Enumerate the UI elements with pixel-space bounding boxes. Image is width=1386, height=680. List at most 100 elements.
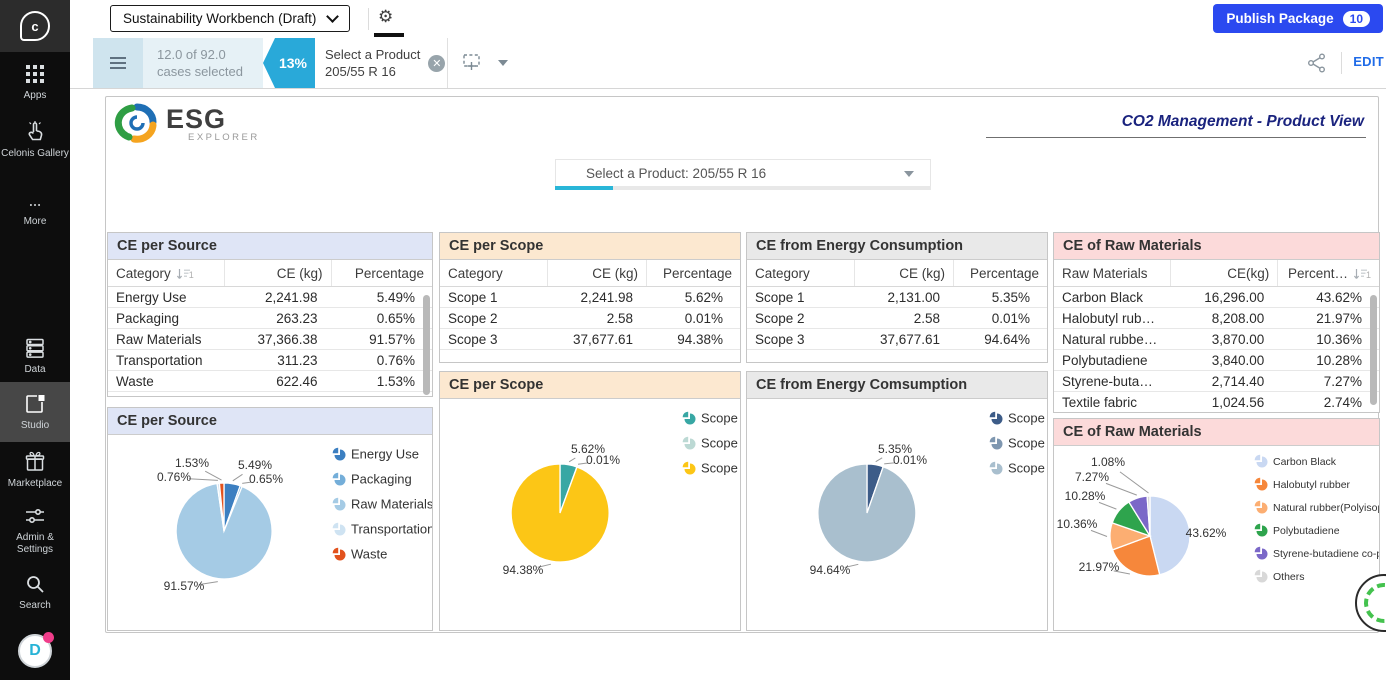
search-icon [23,572,47,596]
table-row[interactable]: Scope 337,677.6194.38% [440,329,740,350]
pie-chart[interactable]: 5.49%0.65%91.57%0.76%1.53%Energy UsePack… [108,435,432,630]
table-cell: 1.53% [332,371,432,391]
publish-package-button[interactable]: Publish Package 10 [1213,4,1383,33]
table-row[interactable]: Halobutyl rub…8,208.0021.97% [1054,308,1379,329]
table-cell: 2.58 [548,308,647,328]
column-header[interactable]: CE (kg) [855,260,954,286]
pie-label: 0.01% [893,453,927,467]
active-tab-indicator [374,33,404,37]
pie-chart[interactable]: 5.35%0.01%94.64%Scope 1Scope 2Scope 3 [747,399,1047,630]
column-header[interactable]: Percent…1 [1278,260,1379,286]
table-row[interactable]: Styrene-buta…2,714.407.27% [1054,371,1379,392]
column-header[interactable]: CE (kg) [225,260,332,286]
pie-label: 7.27% [1075,470,1109,484]
legend-label: Scope 2 [701,435,740,450]
apps-grid-icon [23,62,47,86]
pie-label: 0.01% [586,453,620,467]
table-row[interactable]: Carbon Black16,296.0043.62% [1054,287,1379,308]
title-underline [986,137,1366,138]
column-header[interactable]: Raw Materials [1054,260,1171,286]
product-selector-dropdown[interactable]: Select a Product: 205/55 R 16 [555,159,931,186]
table-cell: 0.01% [647,308,740,328]
table-row[interactable]: Packaging263.230.65% [108,308,432,329]
column-header[interactable]: CE(kg) [1171,260,1278,286]
table-cell: Scope 3 [747,329,855,349]
column-header[interactable]: Category [747,260,855,286]
table-row[interactable]: Waste622.461.53% [108,371,432,392]
sidebar-item-label: Apps [24,90,47,101]
sidebar-item-celonis-gallery[interactable]: Celonis Gallery [0,120,70,160]
table-row[interactable]: Scope 12,131.005.35% [747,287,1047,308]
table-cell: 3,870.00 [1171,329,1278,349]
workbench-selector[interactable]: Sustainability Workbench (Draft) [110,5,350,32]
table-row[interactable]: Transportation311.230.76% [108,350,432,371]
table-cell: 10.28% [1278,350,1379,370]
table-header: CategoryCE (kg)Percentage [747,260,1047,287]
column-header[interactable]: Percentage [647,260,740,286]
column-header[interactable]: Category1 [108,260,225,286]
table-row[interactable]: Scope 12,241.985.62% [440,287,740,308]
table-cell: 37,677.61 [548,329,647,349]
table-cell: 7.27% [1278,371,1379,391]
user-avatar[interactable]: D [18,634,52,668]
table-row[interactable]: Polybutadiene3,840.0010.28% [1054,350,1379,371]
pie-label: 10.28% [1065,489,1106,503]
edit-button[interactable]: EDIT [1353,54,1384,69]
sidebar-item-admin-settings[interactable]: Admin & Settings [0,504,70,556]
cases-selected-indicator: 12.0 of 92.0 cases selected [143,38,263,88]
gear-icon[interactable]: ⚙ [378,7,393,27]
table-card-ce-energy: CE from Energy Consumption CategoryCE (k… [746,232,1048,363]
pie-slice [511,464,609,562]
table-cell: 2,131.00 [855,287,954,307]
legend-label: Carbon Black [1273,456,1337,468]
table-cell: Halobutyl rub… [1054,308,1171,328]
table-row[interactable]: Energy Use2,241.985.49% [108,287,432,308]
celonis-logo[interactable]: c [0,0,70,52]
studio-icon [23,392,47,416]
table-cell: Scope 2 [747,308,855,328]
celonis-logo-icon: c [20,11,50,41]
table-row[interactable]: Scope 22.580.01% [440,308,740,329]
legend-label: Scope 3 [1008,460,1047,475]
table-cell: Scope 1 [440,287,548,307]
table-cell: Polybutadiene [1054,350,1171,370]
sidebar-item-label: Admin & Settings [16,532,54,555]
table-row[interactable]: Textile fabric1,024.562.74% [1054,392,1379,413]
sidebar-item-apps[interactable]: Apps [0,62,70,102]
column-header[interactable]: Percentage [332,260,432,286]
sidebar-item-studio[interactable]: Studio [0,382,70,442]
pie-chart[interactable]: 43.62%21.97%10.36%10.28%7.27%1.08%Carbon… [1054,446,1379,630]
active-filter-chip[interactable]: Select a Product 205/55 R 16 ✕ [317,38,447,88]
table-scrollbar[interactable] [423,295,430,395]
table-row[interactable]: Raw Materials37,366.3891.57% [108,329,432,350]
pie-chart[interactable]: 5.62%0.01%94.38%Scope 1Scope 2Scope 3 [440,399,740,630]
data-icon [23,336,47,360]
sidebar-item-more[interactable]: More [0,198,70,228]
table-row[interactable]: Natural rubbe…3,870.0010.36% [1054,329,1379,350]
card-title: CE per Scope [440,372,740,399]
share-icon[interactable] [1306,52,1328,74]
sidebar-item-label: Celonis Gallery [1,148,69,159]
selection-tool-icon[interactable] [462,53,484,73]
column-header[interactable]: Percentage [954,260,1047,286]
table-scrollbar[interactable] [1370,295,1377,405]
legend-label: Natural rubber(Polyisoprene) [1273,502,1379,514]
table-card-ce-per-source: CE per Source Category1CE (kg)Percentage… [107,232,433,397]
table-cell: Waste [108,371,225,391]
esg-swirl-icon [114,103,160,145]
table-cell: 5.49% [332,287,432,307]
table-row[interactable]: Scope 337,677.6194.64% [747,329,1047,350]
remove-filter-icon[interactable]: ✕ [428,55,445,72]
table-cell: 311.23 [225,350,332,370]
table-row[interactable]: Scope 22.580.01% [747,308,1047,329]
menu-button[interactable] [93,38,143,88]
selection-dropdown-icon[interactable] [498,60,508,66]
column-header[interactable]: Category [440,260,548,286]
left-sidebar: c Apps Celonis Gallery More Data Studio … [0,0,70,680]
column-header[interactable]: CE (kg) [548,260,647,286]
sidebar-item-marketplace[interactable]: Marketplace [0,450,70,490]
pie-label: 0.76% [157,470,191,484]
sidebar-item-data[interactable]: Data [0,336,70,376]
notification-dot [43,632,54,643]
sidebar-item-search[interactable]: Search [0,572,70,612]
